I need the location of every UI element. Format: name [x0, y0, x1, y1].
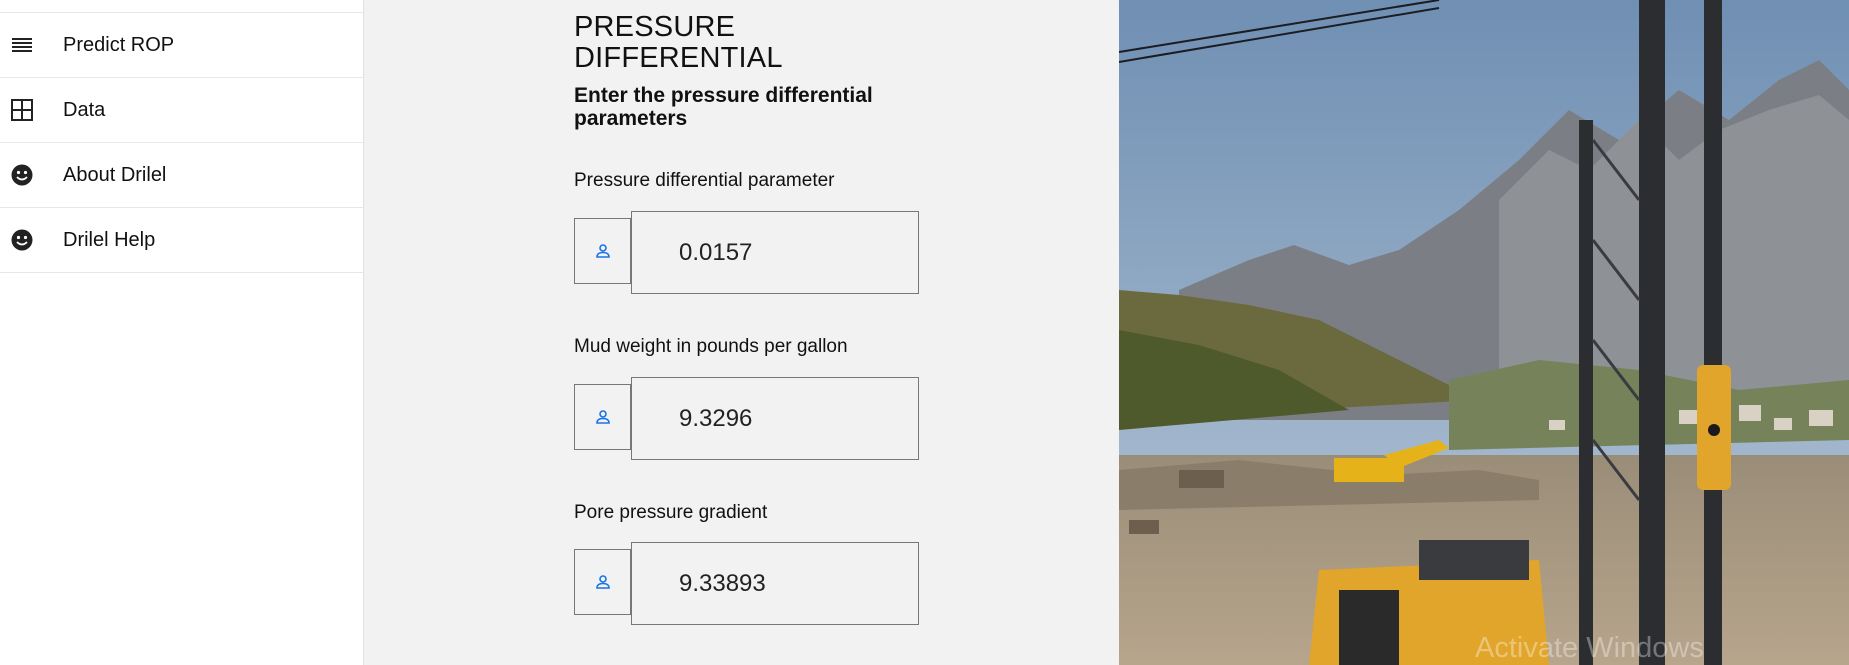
person-icon [574, 549, 631, 615]
field-label: Mud weight in pounds per gallon [574, 336, 848, 357]
sidebar-top-divider [0, 0, 363, 13]
person-icon [574, 218, 631, 284]
sidebar-item-label: Predict ROP [63, 33, 175, 56]
person-icon [574, 384, 631, 450]
sidebar-item-label: About Drilel [63, 163, 167, 186]
sidebar-item-about-drilel[interactable]: About Drilel [0, 143, 363, 208]
mud-weight-input[interactable] [631, 377, 919, 460]
mud-weight-field [574, 377, 919, 461]
sidebar-item-label: Data [63, 98, 106, 121]
smiley-icon [10, 228, 34, 252]
pressure-differential-form: PRESSURE DIFFERENTIAL Enter the pressure… [574, 11, 954, 625]
sidebar-item-data[interactable]: Data [0, 78, 363, 143]
smiley-icon [10, 163, 34, 187]
field-label: Pore pressure gradient [574, 502, 768, 523]
page-subtitle: Enter the pressure differential paramete… [574, 84, 873, 130]
pore-pressure-input[interactable] [631, 542, 919, 625]
drilling-rig-photo [1119, 0, 1849, 665]
page-title: PRESSURE DIFFERENTIAL [574, 11, 783, 74]
main-content: PRESSURE DIFFERENTIAL Enter the pressure… [365, 0, 1119, 665]
field-label: Pressure differential parameter [574, 170, 835, 191]
pressure-differential-input[interactable] [631, 211, 919, 294]
sidebar-item-label: Drilel Help [63, 228, 156, 251]
menu-lines-icon [10, 33, 34, 57]
sidebar: Predict ROP Data About Drilel Drilel Hel… [0, 0, 364, 665]
pressure-differential-field [574, 211, 919, 295]
activate-windows-watermark: Activate Windows [1475, 632, 1704, 664]
sidebar-item-drilel-help[interactable]: Drilel Help [0, 208, 363, 273]
pore-pressure-field [574, 542, 919, 626]
grid-icon [10, 98, 34, 122]
sidebar-item-predict-rop[interactable]: Predict ROP [0, 13, 363, 78]
